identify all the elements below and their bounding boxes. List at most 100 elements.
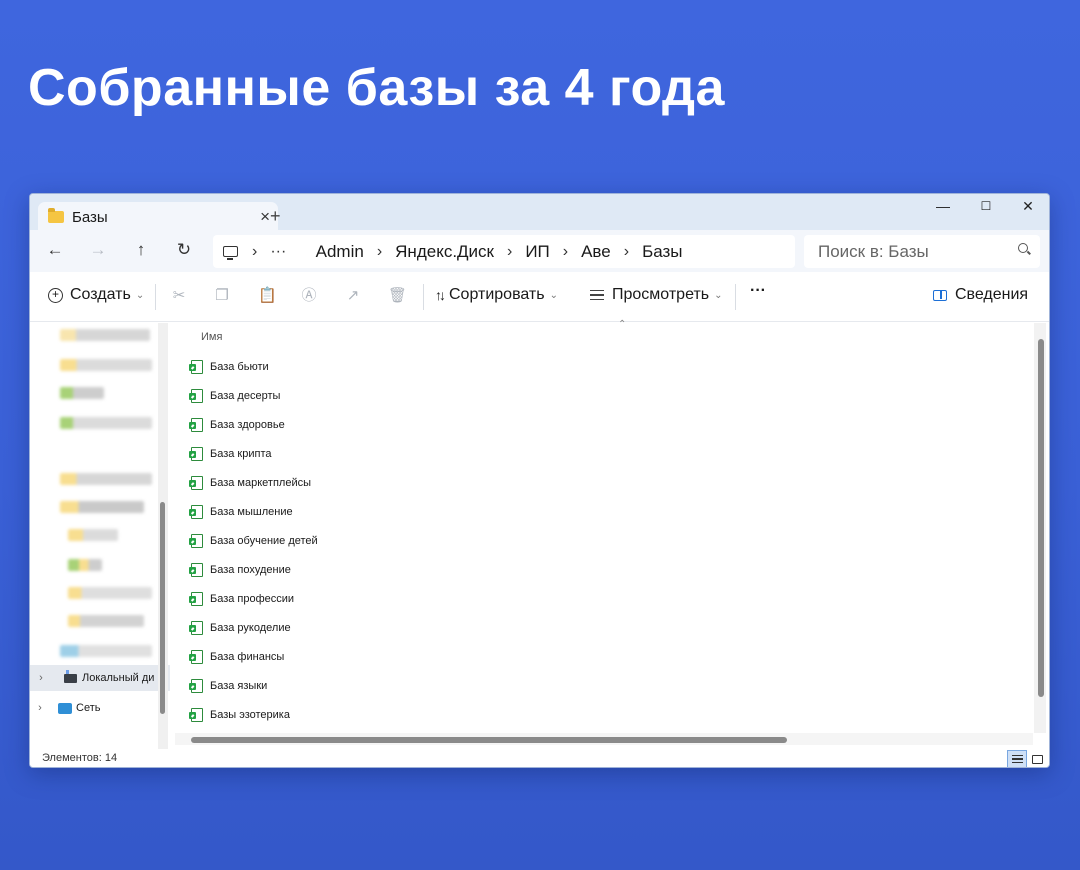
local-disk-label: Локальный ди <box>82 672 155 684</box>
share-icon[interactable]: ↗ <box>345 288 361 304</box>
file-name: База похудение <box>210 564 291 576</box>
list-item[interactable]: База похудение <box>189 559 491 581</box>
excel-file-icon <box>189 650 203 664</box>
excel-file-icon <box>189 447 203 461</box>
tab-bazy[interactable]: Базы × <box>38 202 278 232</box>
blurred-nav-item[interactable] <box>68 615 144 627</box>
sort-button[interactable]: ↑↓ Сортировать ⌄ <box>435 286 558 304</box>
minimize-icon[interactable]: — <box>928 198 958 214</box>
list-item[interactable]: База здоровье <box>189 414 491 436</box>
close-window-icon[interactable]: ✕ <box>1013 198 1043 215</box>
new-tab-icon[interactable]: + <box>270 206 281 227</box>
file-name: База маркетплейсы <box>210 477 311 489</box>
rename-icon[interactable]: Ⓐ <box>301 288 317 304</box>
computer-icon <box>223 246 238 260</box>
list-item[interactable]: База обучение детей <box>189 530 491 552</box>
list-item[interactable]: База бьюти <box>189 356 491 378</box>
cut-icon[interactable]: ✂ <box>171 288 187 304</box>
vertical-scroll-thumb[interactable] <box>1038 339 1044 697</box>
title-bar: Базы × + — ☐ ✕ <box>30 194 1049 232</box>
breadcrumb-ip[interactable]: ИП <box>525 242 549 262</box>
file-name: База финансы <box>210 651 285 663</box>
close-tab-icon[interactable]: × <box>260 207 270 227</box>
list-item[interactable]: Базы эзотерика <box>189 704 491 726</box>
chevron-right-icon[interactable]: › <box>377 243 382 261</box>
delete-icon[interactable]: 🗑 <box>388 288 407 304</box>
list-item[interactable]: База языки <box>189 675 491 697</box>
blurred-nav-item[interactable] <box>68 559 102 571</box>
back-arrow-icon[interactable]: ← <box>43 240 67 260</box>
list-item[interactable]: База рукоделие <box>189 617 491 639</box>
command-bar: + Создать ⌄ ✂ ❐ 📋 Ⓐ ↗ 🗑 ↑↓ Сортировать ⌄… <box>30 272 1049 322</box>
excel-file-icon <box>189 563 203 577</box>
maximize-icon[interactable]: ☐ <box>971 199 1001 213</box>
file-name: База бьюти <box>210 361 269 373</box>
address-bar[interactable]: › ··· › Admin › Яндекс.Диск › ИП › Аве ›… <box>213 235 795 268</box>
chevron-down-icon: ⌄ <box>549 289 558 301</box>
breadcrumb-admin[interactable]: Admin <box>316 242 364 262</box>
create-button[interactable]: + Создать ⌄ <box>48 286 144 304</box>
chevron-right-icon[interactable]: › <box>563 243 568 261</box>
excel-file-icon <box>189 360 203 374</box>
list-item[interactable]: База крипта <box>189 443 491 465</box>
breadcrumb-bazy[interactable]: Базы <box>642 242 682 262</box>
blurred-nav-item[interactable] <box>60 501 144 513</box>
column-header-name[interactable]: Имя <box>201 331 222 343</box>
list-item[interactable]: База мышление <box>189 501 491 523</box>
details-button[interactable]: Сведения <box>933 286 1028 304</box>
plus-circle-icon: + <box>48 287 63 303</box>
excel-file-icon <box>189 476 203 490</box>
tiles-view-toggle[interactable] <box>1027 750 1047 767</box>
list-item[interactable]: База профессии <box>189 588 491 610</box>
navigation-bar: ← → ↑ ↻ › ··· › Admin › Яндекс.Диск › ИП… <box>30 230 1049 272</box>
blurred-nav-item[interactable] <box>60 387 104 399</box>
blurred-nav-item[interactable] <box>68 529 118 541</box>
sidebar-item-network[interactable]: › Сеть <box>30 695 170 721</box>
breadcrumb-more[interactable]: ··· <box>270 243 286 261</box>
create-label: Создать <box>70 286 131 303</box>
blurred-nav-item[interactable] <box>60 473 152 485</box>
excel-file-icon <box>189 708 203 722</box>
breadcrumb-ave[interactable]: Аве <box>581 242 611 262</box>
excel-file-icon <box>189 679 203 693</box>
chevron-right-icon[interactable]: › <box>30 672 52 684</box>
file-name: База здоровье <box>210 419 285 431</box>
list-item[interactable]: База десерты <box>189 385 491 407</box>
details-view-toggle[interactable] <box>1007 750 1027 767</box>
file-name: База рукоделие <box>210 622 291 634</box>
blurred-nav-item[interactable] <box>60 417 152 429</box>
list-item[interactable]: База финансы <box>189 646 491 668</box>
up-arrow-icon[interactable]: ↑ <box>129 240 153 260</box>
search-icon <box>1018 243 1028 253</box>
copy-icon[interactable]: ❐ <box>214 288 230 304</box>
sidebar-item-local-disk[interactable]: › Локальный ди <box>30 665 170 691</box>
divider <box>155 284 156 310</box>
blurred-nav-item[interactable] <box>60 645 152 657</box>
chevron-right-icon[interactable]: › <box>252 243 257 261</box>
chevron-down-icon: ⌄ <box>135 289 145 301</box>
tiles-view-icon <box>1031 754 1043 764</box>
chevron-right-icon[interactable]: › <box>624 243 629 261</box>
file-explorer-window: Базы × + — ☐ ✕ ← → ↑ ↻ › ··· › Admin › Я… <box>29 193 1050 768</box>
file-name: База обучение детей <box>210 535 318 547</box>
divider <box>735 284 736 310</box>
refresh-icon[interactable]: ↻ <box>172 240 196 260</box>
more-options-button[interactable]: ··· <box>750 282 766 300</box>
breadcrumb-yandex-disk[interactable]: Яндекс.Диск <box>395 242 494 262</box>
chevron-right-icon[interactable]: › <box>32 702 48 714</box>
file-name: Базы эзотерика <box>210 709 290 721</box>
search-input[interactable]: Поиск в: Базы <box>804 235 1040 268</box>
blurred-nav-item[interactable] <box>68 587 152 599</box>
chevron-right-icon[interactable]: › <box>507 243 512 261</box>
excel-file-icon <box>189 418 203 432</box>
blurred-nav-item[interactable] <box>60 359 152 371</box>
blurred-nav-item[interactable] <box>60 329 150 341</box>
list-item[interactable]: База маркетплейсы <box>189 472 491 494</box>
file-name: База языки <box>210 680 268 692</box>
paste-icon[interactable]: 📋 <box>258 288 277 304</box>
view-button[interactable]: Просмотреть ⌄ <box>590 286 723 304</box>
horizontal-scroll-thumb[interactable] <box>191 737 787 743</box>
nav-pane-scroll-thumb[interactable] <box>160 502 165 714</box>
forward-arrow-icon[interactable]: → <box>86 240 110 260</box>
file-name: База десерты <box>210 390 281 402</box>
